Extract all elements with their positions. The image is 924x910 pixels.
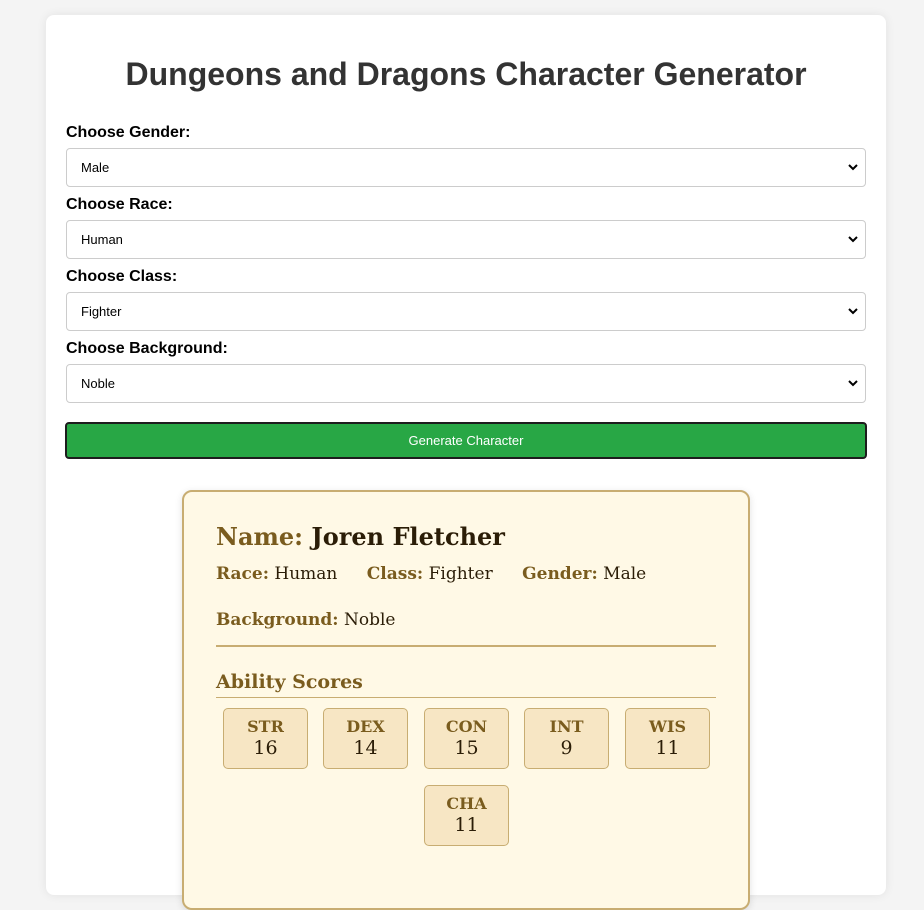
section-divider (216, 645, 716, 647)
ability-abbr: WIS (648, 717, 686, 736)
ability-scores-heading: Ability Scores (216, 671, 363, 693)
gender-select-value: Male (81, 160, 110, 175)
character-sheet: Name: Joren Fletcher Race: Human Class: … (182, 490, 750, 910)
ability-box-wis: WIS 11 (625, 708, 710, 769)
ability-box-dex: DEX 14 (323, 708, 408, 769)
ability-score: 11 (655, 737, 680, 759)
ability-score: 14 (353, 737, 378, 759)
ability-score: 9 (560, 737, 573, 759)
background-info-label: Background: (216, 610, 339, 630)
generate-character-button[interactable]: Generate Character (65, 422, 867, 459)
class-select[interactable]: Fighter (66, 292, 866, 331)
character-name: Joren Fletcher (311, 522, 505, 551)
gender-info-label: Gender: (522, 564, 598, 584)
race-select-value: Human (81, 232, 123, 247)
ability-box-con: CON 15 (424, 708, 509, 769)
chevron-down-icon (848, 236, 858, 243)
background-info-row: Background: Noble (216, 609, 395, 631)
class-info-label: Class: (366, 564, 424, 584)
character-info-row: Race: Human Class: Fighter Gender: Male (216, 563, 670, 585)
background-info-value: Noble (343, 610, 396, 630)
ability-score: 11 (454, 814, 479, 836)
ability-abbr: DEX (346, 717, 385, 736)
gender-info-value: Male (603, 564, 647, 584)
ability-box-cha: CHA 11 (424, 785, 509, 846)
chevron-down-icon (848, 164, 858, 171)
character-name-line: Name: Joren Fletcher (216, 522, 505, 552)
chevron-down-icon (848, 308, 858, 315)
race-info-value: Human (274, 564, 338, 584)
gender-select[interactable]: Male (66, 148, 866, 187)
ability-score: 16 (253, 737, 278, 759)
race-info-label: Race: (216, 564, 269, 584)
name-label: Name: (216, 522, 304, 551)
class-label: Choose Class: (66, 268, 178, 285)
gender-label: Choose Gender: (66, 124, 191, 141)
background-select-value: Noble (81, 376, 115, 391)
race-select[interactable]: Human (66, 220, 866, 259)
ability-score: 15 (454, 737, 479, 759)
background-label: Choose Background: (66, 340, 228, 357)
ability-abbr: STR (247, 717, 284, 736)
ability-heading-underline (216, 697, 716, 698)
ability-box-int: INT 9 (524, 708, 609, 769)
background-select[interactable]: Noble (66, 364, 866, 403)
page-title: Dungeons and Dragons Character Generator (125, 56, 807, 92)
ability-box-str: STR 16 (223, 708, 308, 769)
class-info-value: Fighter (428, 564, 493, 584)
ability-abbr: CHA (446, 794, 487, 813)
class-select-value: Fighter (81, 304, 122, 319)
race-label: Choose Race: (66, 196, 173, 213)
generator-container: Dungeons and Dragons Character Generator… (46, 15, 886, 910)
chevron-down-icon (848, 380, 858, 387)
ability-abbr: INT (549, 717, 584, 736)
ability-abbr: CON (445, 717, 488, 736)
